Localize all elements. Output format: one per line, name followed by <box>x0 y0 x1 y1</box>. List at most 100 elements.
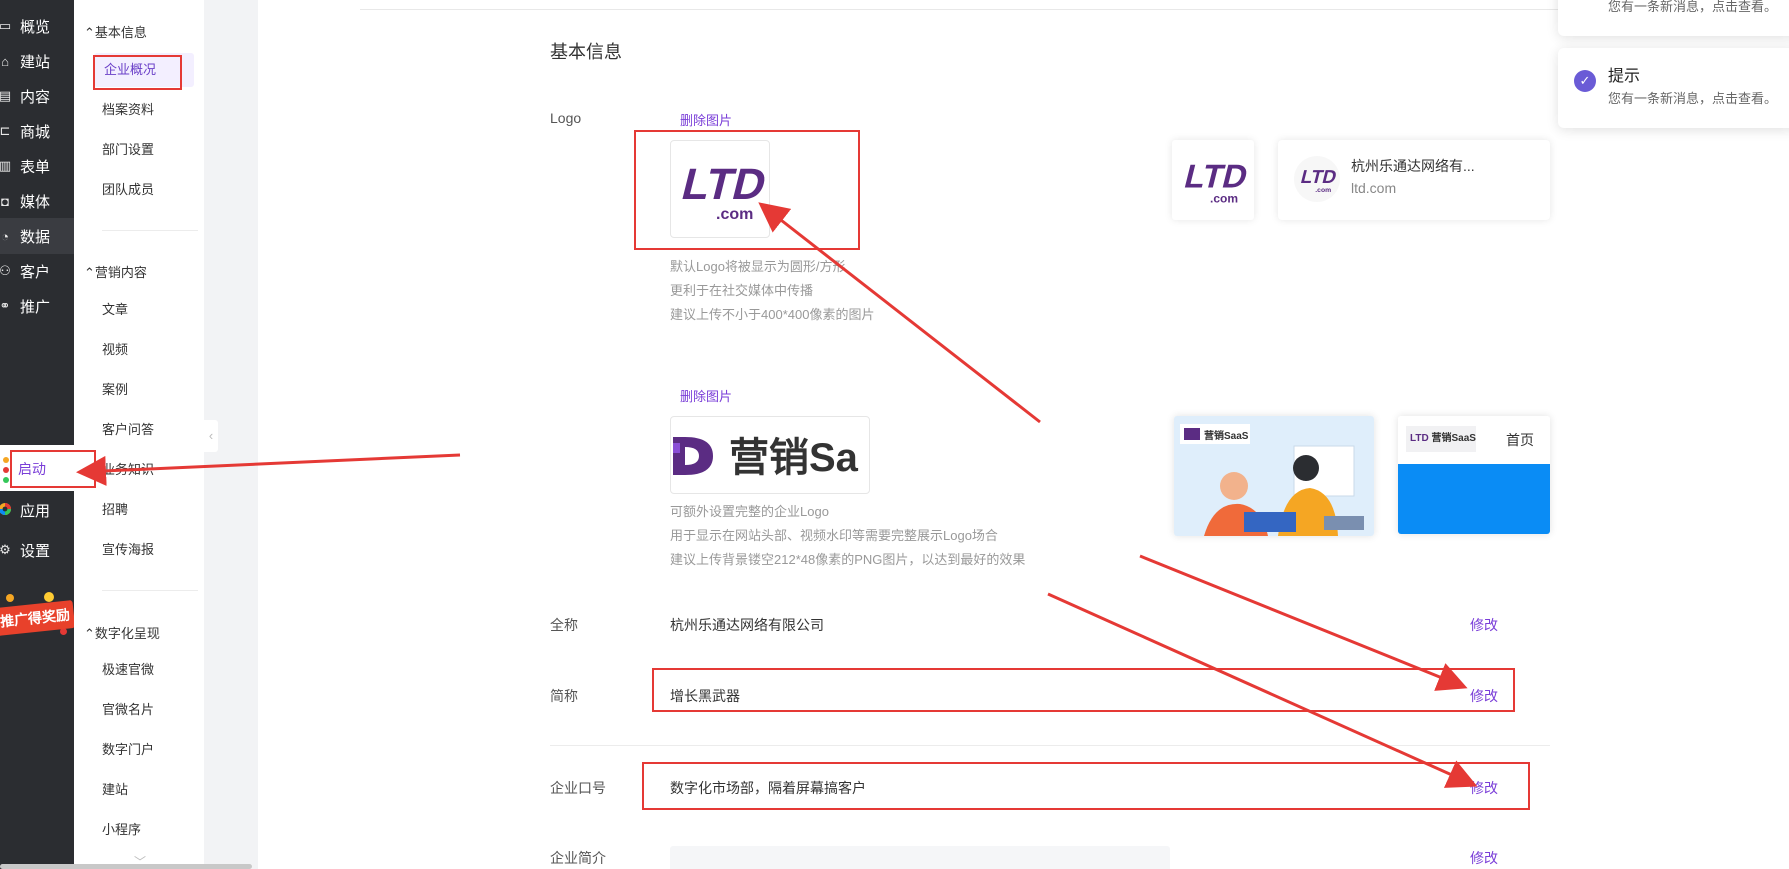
nav-item-apps[interactable]: 应用 <box>0 492 74 528</box>
submenu-item-site[interactable]: 建站 <box>102 773 128 807</box>
nav-item-settings[interactable]: ⚙ 设置 <box>0 532 74 568</box>
form-icon: ▥ <box>0 158 12 173</box>
nav-item-mall[interactable]: ⊏ 商城 <box>0 113 74 149</box>
collapse-sidebar-button[interactable]: ‹ <box>204 420 218 452</box>
nav-label: 数据 <box>20 228 51 246</box>
group-title: 数字化呈现 <box>94 626 160 641</box>
document-icon: ▤ <box>0 88 12 103</box>
preview-site-hero <box>1398 464 1550 534</box>
status-dot <box>3 467 9 473</box>
horizontal-scrollbar[interactable] <box>0 864 252 869</box>
delete-logo-button[interactable]: 删除图片 <box>680 110 732 129</box>
group-title: 营销内容 <box>94 265 147 280</box>
submenu-item-knowledge[interactable]: 业务知识 <box>102 453 154 487</box>
nav-item-media[interactable]: ◘ 媒体 <box>0 183 74 219</box>
status-dot <box>3 457 9 463</box>
submenu-item-miniapp[interactable]: 小程序 <box>102 813 141 847</box>
nav-item-promote[interactable]: ⚭ 推广 <box>0 288 74 324</box>
logo-hint-1: 默认Logo将被显示为圆形/方形 <box>670 259 846 274</box>
home-icon: ⌂ <box>1 53 9 69</box>
edit-intro-button[interactable]: 修改 <box>1470 848 1498 868</box>
fullname-label: 全称 <box>550 617 578 633</box>
notification-toast[interactable]: ✓ 您有一条新消息，点击查看。 <box>1558 0 1789 36</box>
logo-sub-text: .com <box>1315 187 1331 194</box>
group-title: 基本信息 <box>94 25 147 40</box>
submenu-item-article[interactable]: 文章 <box>102 293 128 327</box>
promo-banner[interactable]: 推广得奖励 <box>0 588 74 644</box>
app-root: ▭ 概览 ⌂ 建站 ▤ 内容 ⊏ 商城 ▥ 表单 ◘ 媒体 ◔ 数据 ⚇ 客户 ⚭ 推广 启动 应… <box>0 0 1789 869</box>
annotation-box <box>93 55 182 90</box>
submenu-item-portal[interactable]: 数字门户 <box>102 733 154 767</box>
intro-field[interactable] <box>670 846 1170 869</box>
cart-icon: ⊏ <box>0 123 11 138</box>
notification-toast[interactable]: ✓ 提示 您有一条新消息，点击查看。 <box>1558 48 1789 128</box>
fullname-value: 杭州乐通达网络有限公司 <box>670 617 824 633</box>
submenu-item-department[interactable]: 部门设置 <box>102 133 154 167</box>
edit-fullname-button[interactable]: 修改 <box>1470 615 1498 635</box>
logo-hint-2: 更利于在社交媒体中传播 <box>670 283 814 298</box>
slogan-label: 企业口号 <box>550 780 606 796</box>
toast-message: 您有一条新消息，点击查看。 <box>1608 0 1778 14</box>
submenu-item-card[interactable]: 官微名片 <box>102 693 154 727</box>
full-logo-image[interactable]: 营销Sa <box>670 416 870 494</box>
user-icon: ⚇ <box>0 263 11 278</box>
dashboard-icon: ▭ <box>0 18 12 33</box>
preview-brand-chip: LTD 营销SaaS <box>1406 426 1476 452</box>
preview-home-label: 首页 <box>1506 432 1534 448</box>
preview-company-name: 杭州乐通达网络有... <box>1351 158 1475 174</box>
submenu-group-digital[interactable]: ⌃数字化呈现 <box>84 623 160 642</box>
collapse-caret-icon: ⌃ <box>84 25 95 40</box>
full-logo-hint-3: 建议上传背景镂空212*48像素的PNG图片，以达到最好的效果 <box>670 552 1026 567</box>
submenu-item-qa[interactable]: 客户问答 <box>102 413 154 447</box>
nav-label: 表单 <box>20 158 51 176</box>
nav-label: 建站 <box>20 53 51 71</box>
spark-decoration <box>44 592 54 602</box>
logo-label: Logo <box>550 110 582 126</box>
nav-label: 媒体 <box>20 193 51 211</box>
toast-title: 提示 <box>1608 68 1641 85</box>
divider <box>550 745 1550 746</box>
nav-label: 内容 <box>20 88 51 106</box>
brand-logo-text: 营销Sa <box>729 436 859 480</box>
logo-text: LTD <box>1181 159 1248 195</box>
divider <box>102 590 198 591</box>
nav-label: 应用 <box>20 502 51 520</box>
submenu-item-archive[interactable]: 档案资料 <box>102 93 154 127</box>
nav-item-content[interactable]: ▤ 内容 <box>0 78 74 114</box>
logo-square-preview: LTD .com <box>1172 140 1254 220</box>
gear-icon: ⚙ <box>0 542 11 557</box>
illustration-image: 营销SaaS <box>1174 416 1374 536</box>
annotation-box <box>652 668 1515 712</box>
nav-item-overview[interactable]: ▭ 概览 <box>0 8 74 44</box>
nav-label: 设置 <box>20 542 51 560</box>
preview-site-header: LTD 营销SaaS 首页 <box>1398 416 1550 464</box>
annotation-box <box>10 450 96 488</box>
nav-item-build-site[interactable]: ⌂ 建站 <box>0 43 74 79</box>
chart-icon: ◔ <box>1 228 9 244</box>
submenu-item-recruit[interactable]: 招聘 <box>102 493 128 527</box>
logo-text: LTD <box>1299 167 1337 188</box>
submenu-item-fast-site[interactable]: 极速官微 <box>102 653 154 687</box>
delete-full-logo-button[interactable]: 删除图片 <box>680 386 732 405</box>
submenu-group-marketing[interactable]: ⌃营销内容 <box>84 262 147 281</box>
nav-item-customer[interactable]: ⚇ 客户 <box>0 253 74 289</box>
divider <box>102 230 198 231</box>
submenu-item-team[interactable]: 团队成员 <box>102 173 154 207</box>
banner-brand-text: 营销SaaS <box>1204 429 1249 442</box>
nav-item-form[interactable]: ▥ 表单 <box>0 148 74 184</box>
intro-label: 企业简介 <box>550 850 606 866</box>
submenu-item-poster[interactable]: 宣传海报 <box>102 533 154 567</box>
chevron-left-icon: ‹ <box>208 428 214 443</box>
full-logo-hint-1: 可额外设置完整的企业Logo <box>670 504 829 519</box>
link-icon: ⚭ <box>0 298 11 313</box>
check-icon: ✓ <box>1574 70 1596 92</box>
nav-label: 商城 <box>20 123 51 141</box>
submenu-item-video[interactable]: 视频 <box>102 333 128 367</box>
secondary-menu: ⌃基本信息 企业概况 档案资料 部门设置 团队成员 ⌃营销内容 文章 视频 案例… <box>74 0 204 869</box>
nav-item-data[interactable]: ◔ 数据 <box>0 218 74 254</box>
ltd-logo-icon: LTD .com <box>1181 159 1248 206</box>
submenu-group-basic[interactable]: ⌃基本信息 <box>84 22 147 41</box>
annotation-box <box>642 762 1530 810</box>
submenu-item-case[interactable]: 案例 <box>102 373 128 407</box>
primary-nav: ▭ 概览 ⌂ 建站 ▤ 内容 ⊏ 商城 ▥ 表单 ◘ 媒体 ◔ 数据 ⚇ 客户 ⚭ 推广 启动 应… <box>0 0 74 869</box>
